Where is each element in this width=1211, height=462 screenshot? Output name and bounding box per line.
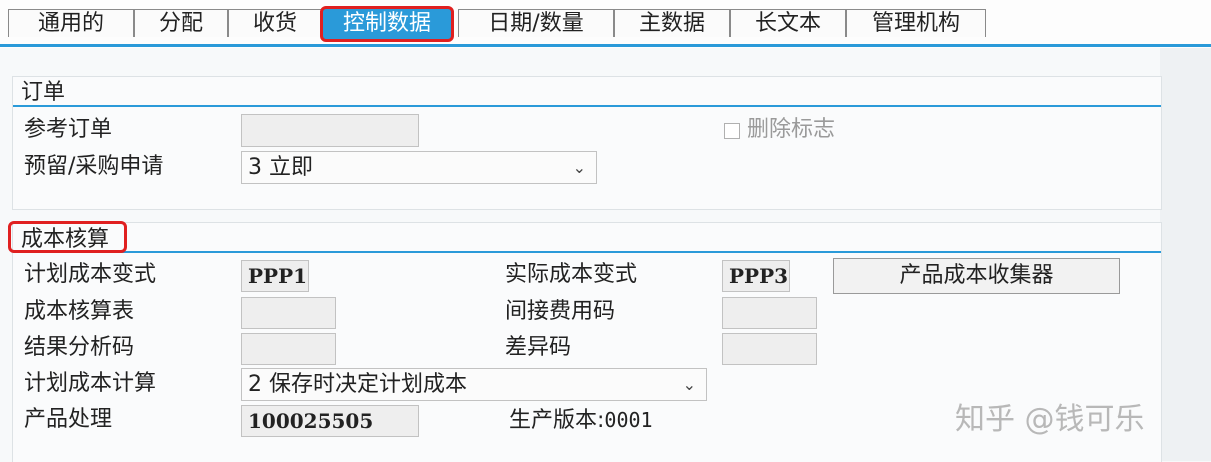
reservation-label: 预留/采购申请	[24, 154, 164, 179]
actual-cost-variant-label: 实际成本变式	[505, 262, 638, 287]
reference-order-field[interactable]	[241, 114, 419, 147]
product-processing-label: 产品处理	[24, 407, 113, 432]
deletion-flag-checkbox[interactable]	[724, 123, 740, 139]
tab-control-data[interactable]: 控制数据	[320, 6, 454, 42]
planned-cost-calc-value: 2 保存时决定计划成本	[248, 372, 467, 397]
reservation-select-value: 3 立即	[248, 155, 313, 180]
planned-cost-variant-label: 计划成本变式	[24, 262, 157, 287]
costing-title-highlight	[8, 221, 127, 253]
tab-underline	[0, 44, 1211, 47]
overhead-key-label: 间接费用码	[505, 299, 616, 324]
reference-order-label: 参考订单	[24, 117, 113, 142]
product-cost-collector-button[interactable]: 产品成本收集器	[833, 258, 1120, 294]
watermark: 知乎 @钱可乐	[955, 402, 1145, 437]
tab-general[interactable]: 通用的	[8, 9, 134, 37]
tab-long-text[interactable]: 长文本	[730, 9, 846, 37]
tab-bar: 通用的 分配 收货 控制数据 日期/数量 主数据 长文本 管理机构	[0, 0, 1211, 48]
costing-section-divider	[13, 251, 1161, 253]
planned-cost-calc-label: 计划成本计算	[24, 371, 157, 396]
variance-key-field[interactable]	[722, 333, 817, 365]
right-margin	[1160, 48, 1211, 461]
actual-cost-variant-field[interactable]: PPP3	[722, 260, 790, 292]
tab-goods-receipt[interactable]: 收货	[228, 9, 322, 37]
tab-dates-quantities[interactable]: 日期/数量	[458, 9, 614, 37]
order-panel: 订单	[12, 76, 1162, 210]
planned-cost-variant-field[interactable]: PPP1	[241, 260, 309, 292]
results-analysis-key-field[interactable]	[241, 333, 336, 365]
tab-master-data[interactable]: 主数据	[614, 9, 730, 37]
results-analysis-key-label: 结果分析码	[24, 335, 135, 360]
production-version-label: 生产版本:	[509, 408, 605, 433]
chevron-down-icon: ⌄	[572, 158, 586, 177]
variance-key-label: 差异码	[505, 335, 572, 360]
order-section-title: 订单	[21, 80, 66, 105]
tab-assignment[interactable]: 分配	[134, 9, 228, 37]
reservation-select[interactable]: 3 立即 ⌄	[241, 151, 597, 184]
deletion-flag-label: 删除标志	[747, 117, 836, 142]
production-version: 生产版本:0001	[509, 404, 653, 437]
costing-sheet-field[interactable]	[241, 297, 336, 329]
tab-administration[interactable]: 管理机构	[846, 9, 986, 37]
planned-cost-calc-select[interactable]: 2 保存时决定计划成本 ⌄	[241, 368, 707, 401]
chevron-down-icon: ⌄	[682, 375, 696, 394]
product-processing-field[interactable]: 100025505	[241, 405, 419, 437]
costing-sheet-label: 成本核算表	[24, 299, 135, 324]
overhead-key-field[interactable]	[722, 297, 817, 329]
order-section-divider	[13, 105, 1161, 107]
production-version-value: 0001	[604, 408, 653, 432]
